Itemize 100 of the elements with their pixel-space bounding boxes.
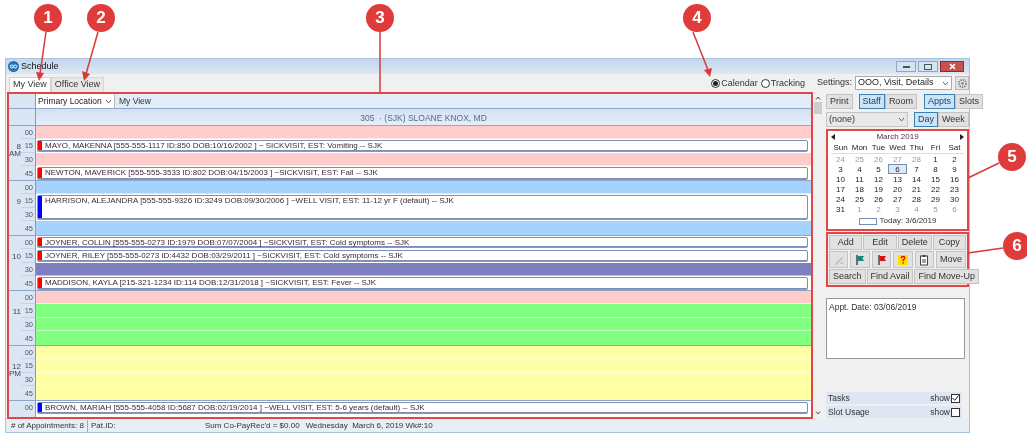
action-button[interactable]: Copy bbox=[932, 235, 966, 250]
today-label: Today: 3/6/2019 bbox=[879, 215, 937, 227]
appointment-text: BROWN, MARIAH [555-555-4058 ID:5687 DOB:02/19/2014 ] ~WELL VISIT, EST: 5-6 years (default) -- SJK bbox=[44, 402, 425, 413]
calendar-day[interactable]: 24 bbox=[831, 194, 850, 204]
calendar-day[interactable]: 25 bbox=[850, 194, 869, 204]
hour-label: 9 bbox=[16, 196, 21, 206]
calendar-day[interactable]: 10 bbox=[831, 174, 850, 184]
scroll-down-icon bbox=[815, 411, 821, 415]
calendar-day[interactable]: 2 bbox=[945, 154, 964, 164]
next-month-icon[interactable] bbox=[960, 134, 964, 140]
status-text: Wednesday March 6, 2019 Wk#:10 bbox=[304, 419, 434, 432]
action-button[interactable]: Find Avail bbox=[866, 269, 914, 284]
appointment[interactable]: JOYNER, RILEY [555-555-0273 ID:4432 DOB:03/29/2011 ] ~SICKVISIT, EST: Cold symptoms -- SJK bbox=[37, 250, 808, 261]
view-tab[interactable]: My View bbox=[9, 77, 51, 92]
settings-dropdown[interactable]: OOO, Visit, Details bbox=[855, 76, 953, 90]
calendar-day[interactable]: 21 bbox=[907, 184, 926, 194]
scroll-up-icon bbox=[815, 96, 821, 100]
calendar-day[interactable]: 1 bbox=[926, 154, 945, 164]
clipboard-icon bbox=[918, 253, 931, 266]
radio-label[interactable]: Calendar bbox=[721, 76, 758, 90]
calendar-day[interactable]: 17 bbox=[831, 184, 850, 194]
leader-line bbox=[967, 162, 1000, 179]
calendar-day[interactable]: 13 bbox=[888, 174, 907, 184]
resource-toggle[interactable]: Staff bbox=[858, 94, 885, 109]
appointment-text: MAYO, MAKENNA [555-555-1117 ID:850 DOB:10/16/2002 ] ~ SICKVISIT, EST: Vomiting -- SJK bbox=[44, 141, 383, 150]
show-checkbox[interactable] bbox=[951, 393, 960, 403]
weekday-label: Tue bbox=[870, 143, 887, 153]
print-button[interactable]: Print bbox=[826, 94, 853, 109]
calendar-day[interactable]: 26 bbox=[869, 194, 888, 204]
action-button[interactable]: Edit bbox=[863, 235, 897, 250]
calendar-day[interactable]: 8 bbox=[926, 164, 945, 174]
calendar-day[interactable]: 5 bbox=[869, 164, 888, 174]
appointment[interactable]: MAYO, MAKENNA [555-555-1117 ID:850 DOB:10/16/2002 ] ~ SICKVISIT, EST: Vomiting -- SJK bbox=[37, 140, 808, 151]
display-toggle[interactable]: Slots bbox=[954, 94, 983, 109]
panel-label: Tasks bbox=[828, 391, 850, 405]
appointment[interactable]: NEWTON, MAVERICK [555-555-3533 ID:802 DOB:04/15/2003 ] ~SICKVISIT, EST: Fall -- SJK bbox=[37, 167, 808, 179]
calendar-day[interactable]: 22 bbox=[926, 184, 945, 194]
weekday-label: Mon bbox=[850, 143, 869, 153]
action-button[interactable]: Search bbox=[829, 269, 866, 284]
restore-button[interactable] bbox=[918, 61, 938, 72]
filter-dropdown[interactable]: (none) bbox=[826, 112, 908, 127]
weekday-label: Wed bbox=[888, 143, 907, 153]
calendar-day[interactable]: 14 bbox=[907, 174, 926, 184]
calendar-day[interactable]: 19 bbox=[869, 184, 888, 194]
calendar-day[interactable]: 12 bbox=[869, 174, 888, 184]
view-tab[interactable]: Office View bbox=[50, 77, 105, 92]
settings-icon bbox=[957, 78, 967, 88]
close-button[interactable] bbox=[940, 61, 964, 72]
calendar-day[interactable]: 7 bbox=[907, 164, 926, 174]
appointment[interactable]: BROWN, MARIAH [555-555-4058 ID:5687 DOB:02/19/2014 ] ~WELL VISIT, EST: 5-6 years (default) -- SJK bbox=[37, 401, 808, 414]
action-button[interactable]: Delete bbox=[897, 235, 932, 250]
tool-button[interactable] bbox=[914, 251, 935, 268]
minimize-button[interactable] bbox=[896, 61, 916, 72]
range-toggle[interactable]: Week bbox=[938, 112, 969, 127]
appointment[interactable]: MADDISON, KAYLA [215-321-1234 ID:114 DOB:12/31/2018 ] ~SICKVISIT, EST: Fever -- SJK bbox=[37, 277, 808, 289]
app-logo-icon bbox=[8, 61, 19, 72]
radio-button[interactable] bbox=[711, 78, 721, 88]
show-label: show bbox=[930, 405, 950, 419]
weekday-label: Sun bbox=[832, 143, 849, 153]
scroll-thumb[interactable] bbox=[814, 102, 822, 114]
calendar-day[interactable]: 18 bbox=[850, 184, 869, 194]
restore-icon bbox=[924, 63, 932, 70]
appointment[interactable]: HARRISON, ALEJANDRA [555-555-9326 ID:3249 DOB:09/30/2006 ] ~WELL VISIT, EST: 11-12 yr F (default) -- SJK bbox=[37, 195, 808, 220]
show-checkbox[interactable] bbox=[951, 407, 960, 417]
calendar-day[interactable]: 23 bbox=[945, 184, 964, 194]
appointment[interactable]: JOYNER, COLLIN [555-555-0273 ID:1979 DOB:07/07/2004 ] ~SICKVISIT, EST: Cold symptoms -- SJK bbox=[37, 236, 808, 248]
location-dropdown[interactable]: Primary Location bbox=[36, 94, 115, 108]
calendar-day[interactable]: 20 bbox=[888, 184, 907, 194]
calendar-day[interactable]: 6 bbox=[888, 164, 907, 174]
tool-button[interactable] bbox=[871, 251, 892, 268]
calendar-day[interactable]: 31 bbox=[831, 204, 850, 214]
flag-icon bbox=[854, 253, 867, 266]
range-toggle[interactable]: Day bbox=[914, 112, 938, 127]
calendar-day[interactable]: 9 bbox=[945, 164, 964, 174]
previous-month-icon[interactable] bbox=[831, 134, 835, 140]
callout-badge: 2 bbox=[87, 4, 115, 32]
calendar-day[interactable]: 28 bbox=[907, 194, 926, 204]
calendar-day[interactable]: 4 bbox=[850, 164, 869, 174]
today-swatch bbox=[858, 217, 877, 225]
calendar-day[interactable]: 27 bbox=[888, 194, 907, 204]
calendar-day[interactable]: 15 bbox=[926, 174, 945, 184]
action-button[interactable]: Find Move-Up bbox=[914, 269, 979, 284]
radio-label[interactable]: Tracking bbox=[770, 76, 805, 90]
calendar-day[interactable]: 3 bbox=[831, 164, 850, 174]
calendar-day[interactable]: 29 bbox=[926, 194, 945, 204]
calendar-day[interactable]: 11 bbox=[850, 174, 869, 184]
appointment-text: HARRISON, ALEJANDRA [555-555-9326 ID:3249 DOB:09/30/2006 ] ~WELL VISIT, EST: 11-12 yr F (default) -- SJK bbox=[44, 196, 454, 208]
move-button[interactable]: Move bbox=[936, 251, 967, 268]
calendar-day[interactable]: 16 bbox=[945, 174, 964, 184]
resource-toggle[interactable]: Room bbox=[884, 94, 917, 109]
panel-label: Slot Usage bbox=[828, 405, 870, 419]
callout-badge: 1 bbox=[34, 4, 62, 32]
appointment-text: JOYNER, COLLIN [555-555-0273 ID:1979 DOB:07/07/2004 ] ~SICKVISIT, EST: Cold symptoms -- SJK bbox=[44, 237, 410, 247]
action-button[interactable]: Add bbox=[829, 235, 863, 250]
radio-button[interactable] bbox=[760, 78, 770, 88]
calendar-day[interactable]: 30 bbox=[945, 194, 964, 204]
view-name: My View bbox=[119, 95, 151, 108]
display-toggle[interactable]: Appts bbox=[923, 94, 955, 109]
caret-icon bbox=[898, 117, 905, 122]
close-icon bbox=[948, 63, 956, 70]
